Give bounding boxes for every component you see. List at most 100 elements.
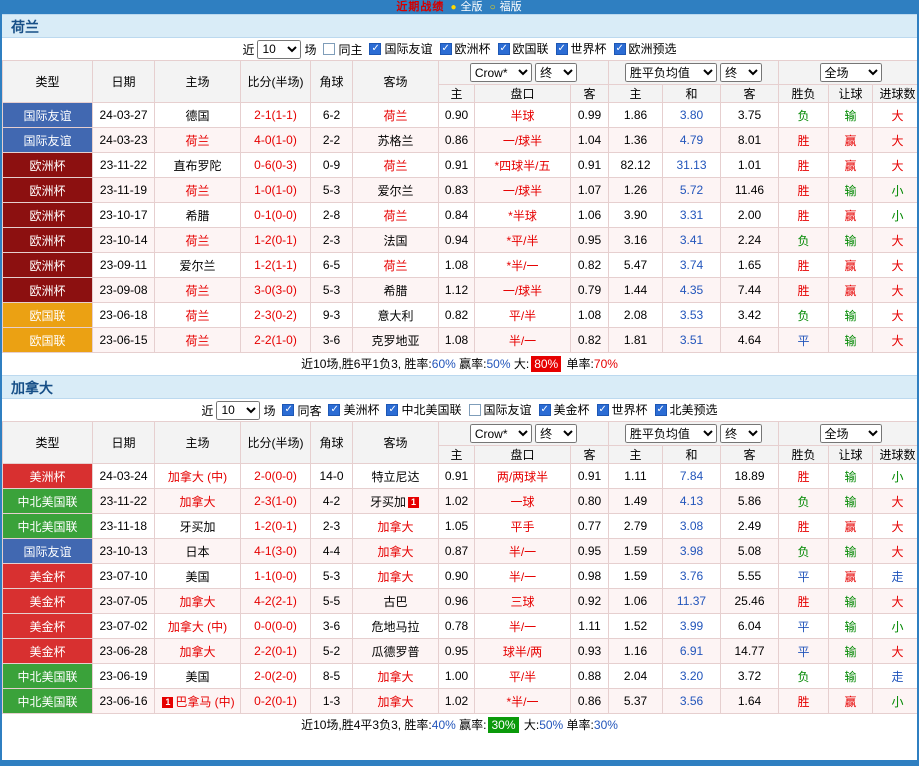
league-badge: 中北美国联: [2, 488, 93, 514]
odds-final-select[interactable]: 终: [535, 63, 578, 82]
league-checkbox[interactable]: [497, 42, 510, 56]
league-checkbox[interactable]: [328, 403, 341, 417]
league-filter[interactable]: 国际友谊: [369, 40, 433, 57]
handicap: *半/一: [474, 252, 571, 278]
match-count-select[interactable]: 10: [257, 39, 302, 59]
league-filter[interactable]: 美金杯: [538, 401, 590, 418]
checkbox[interactable]: [323, 43, 336, 55]
league-filter[interactable]: 欧洲预选: [613, 40, 677, 57]
home-team: 美国: [154, 663, 241, 689]
result: 平: [778, 327, 829, 353]
handicap-result: 输: [828, 488, 873, 514]
league-filter-label: 欧国联: [512, 42, 549, 57]
avg-draw: 3.20: [662, 663, 721, 689]
goals-result: 大: [871, 277, 917, 303]
odds-home: 1.02: [438, 688, 475, 714]
scope-select[interactable]: 全场: [819, 63, 882, 82]
checkbox[interactable]: [282, 403, 295, 417]
odds-home: 1.08: [438, 252, 475, 278]
league-filter-label: 中北美国联: [401, 403, 462, 418]
match-row: 美洲杯 24-03-24 加拿大 (中) 2-0(0-0) 14-0 特立尼达 0.91 两/…: [2, 463, 917, 489]
match-count-select[interactable]: 10: [216, 400, 261, 420]
handicap-result: 赢: [828, 688, 873, 714]
match-score: 1-1(0-0): [240, 563, 311, 589]
avg-type-select[interactable]: 胜平负均值: [624, 424, 717, 443]
odds-away: 0.80: [570, 488, 609, 514]
scope-select[interactable]: 全场: [819, 424, 882, 443]
goals-result: 小: [871, 177, 917, 203]
odds-source-select[interactable]: Crow*: [469, 424, 532, 443]
handicap-result: 输: [828, 177, 873, 203]
match-date: 23-11-19: [92, 177, 155, 203]
summary-segment: 40%: [431, 718, 456, 732]
league-filter[interactable]: 国际友谊: [468, 401, 532, 418]
handicap: 半/一: [474, 613, 571, 639]
league-checkbox[interactable]: [613, 42, 626, 56]
col-away: 客场: [352, 421, 439, 464]
odds-home: 0.86: [438, 127, 475, 153]
league-checkbox[interactable]: [538, 403, 551, 417]
summary-bar-netherlands: 近10场,胜6平1负3, 胜率:60% 赢率:50% 大: 80% 单率:70%: [2, 353, 917, 375]
league-checkbox[interactable]: [468, 403, 481, 416]
handicap: 两/两球半: [474, 463, 571, 489]
filter-bar: 近 10 场 同主 国际友谊 欧洲杯 欧国联 世界杯 欧洲预选: [2, 38, 917, 60]
league-filter[interactable]: 中北美国联: [386, 401, 462, 418]
match-score: 0-0(0-0): [240, 613, 311, 639]
match-date: 23-11-22: [92, 152, 155, 178]
odds-home: 1.08: [438, 327, 475, 353]
avg-home: 1.06: [608, 588, 663, 614]
same-home-filter[interactable]: 同主: [323, 41, 362, 58]
odds-home: 1.02: [438, 488, 475, 514]
league-filter[interactable]: 欧洲杯: [439, 40, 491, 57]
league-filter[interactable]: 欧国联: [497, 40, 549, 57]
avg-home: 1.81: [608, 327, 663, 353]
radio-off-icon[interactable]: ○: [490, 2, 496, 13]
avg-final-select[interactable]: 终: [720, 424, 763, 443]
handicap: *四球半/五: [474, 152, 571, 178]
matches-table-netherlands: 类型 日期 主场 比分(半场) 角球 客场 Crow* 终 胜平负均值 终 全场: [2, 60, 917, 353]
league-filter[interactable]: 北美预选: [654, 401, 718, 418]
home-team: 荷兰: [154, 227, 241, 253]
tab-full-version[interactable]: 全版: [461, 1, 483, 13]
match-score: 2-0(2-0): [240, 663, 311, 689]
corner-score: 14-0: [310, 463, 353, 489]
match-date: 24-03-24: [92, 463, 155, 489]
league-checkbox[interactable]: [654, 403, 667, 417]
league-checkbox[interactable]: [369, 42, 382, 56]
handicap: *半球: [474, 202, 571, 228]
avg-final-select[interactable]: 终: [720, 63, 763, 82]
league-checkbox[interactable]: [439, 42, 452, 56]
avg-draw: 3.41: [662, 227, 721, 253]
league-filter[interactable]: 世界杯: [555, 40, 607, 57]
match-date: 23-06-28: [92, 638, 155, 664]
match-date: 23-10-14: [92, 227, 155, 253]
league-checkbox[interactable]: [596, 403, 609, 417]
tab-fu-version[interactable]: 福版: [500, 1, 522, 13]
handicap: 半/一: [474, 327, 571, 353]
odds-source-select[interactable]: Crow*: [469, 63, 532, 82]
avg-draw: 3.76: [662, 563, 721, 589]
away-team: 苏格兰: [352, 127, 439, 153]
league-filter[interactable]: 世界杯: [596, 401, 648, 418]
odds-away: 1.11: [570, 613, 609, 639]
league-checkbox[interactable]: [386, 403, 399, 417]
match-score: 2-3(1-0): [240, 488, 311, 514]
away-team: 加拿大: [352, 663, 439, 689]
match-score: 1-2(0-1): [240, 513, 311, 539]
col-handicap: 盘口: [474, 445, 571, 464]
league-filter[interactable]: 美洲杯: [328, 401, 379, 418]
col-handicap: 盘口: [474, 84, 571, 103]
odds-away: 1.07: [570, 177, 609, 203]
radio-on-icon[interactable]: ●: [450, 2, 456, 13]
match-row: 美金杯 23-07-10 美国 1-1(0-0) 5-3 加拿大 0.90 半/一 0.98 1.…: [2, 563, 917, 589]
same-away-filter[interactable]: 同客: [282, 402, 321, 419]
corner-score: 4-4: [310, 538, 353, 564]
odds-final-select[interactable]: 终: [535, 424, 578, 443]
avg-draw: 3.98: [662, 538, 721, 564]
summary-segment: 70%: [593, 357, 618, 371]
home-team: 1 巴拿马 (中): [154, 688, 241, 714]
odds-home: 0.96: [438, 588, 475, 614]
league-checkbox[interactable]: [555, 42, 568, 56]
handicap-result: 输: [828, 227, 873, 253]
avg-type-select[interactable]: 胜平负均值: [624, 63, 717, 82]
